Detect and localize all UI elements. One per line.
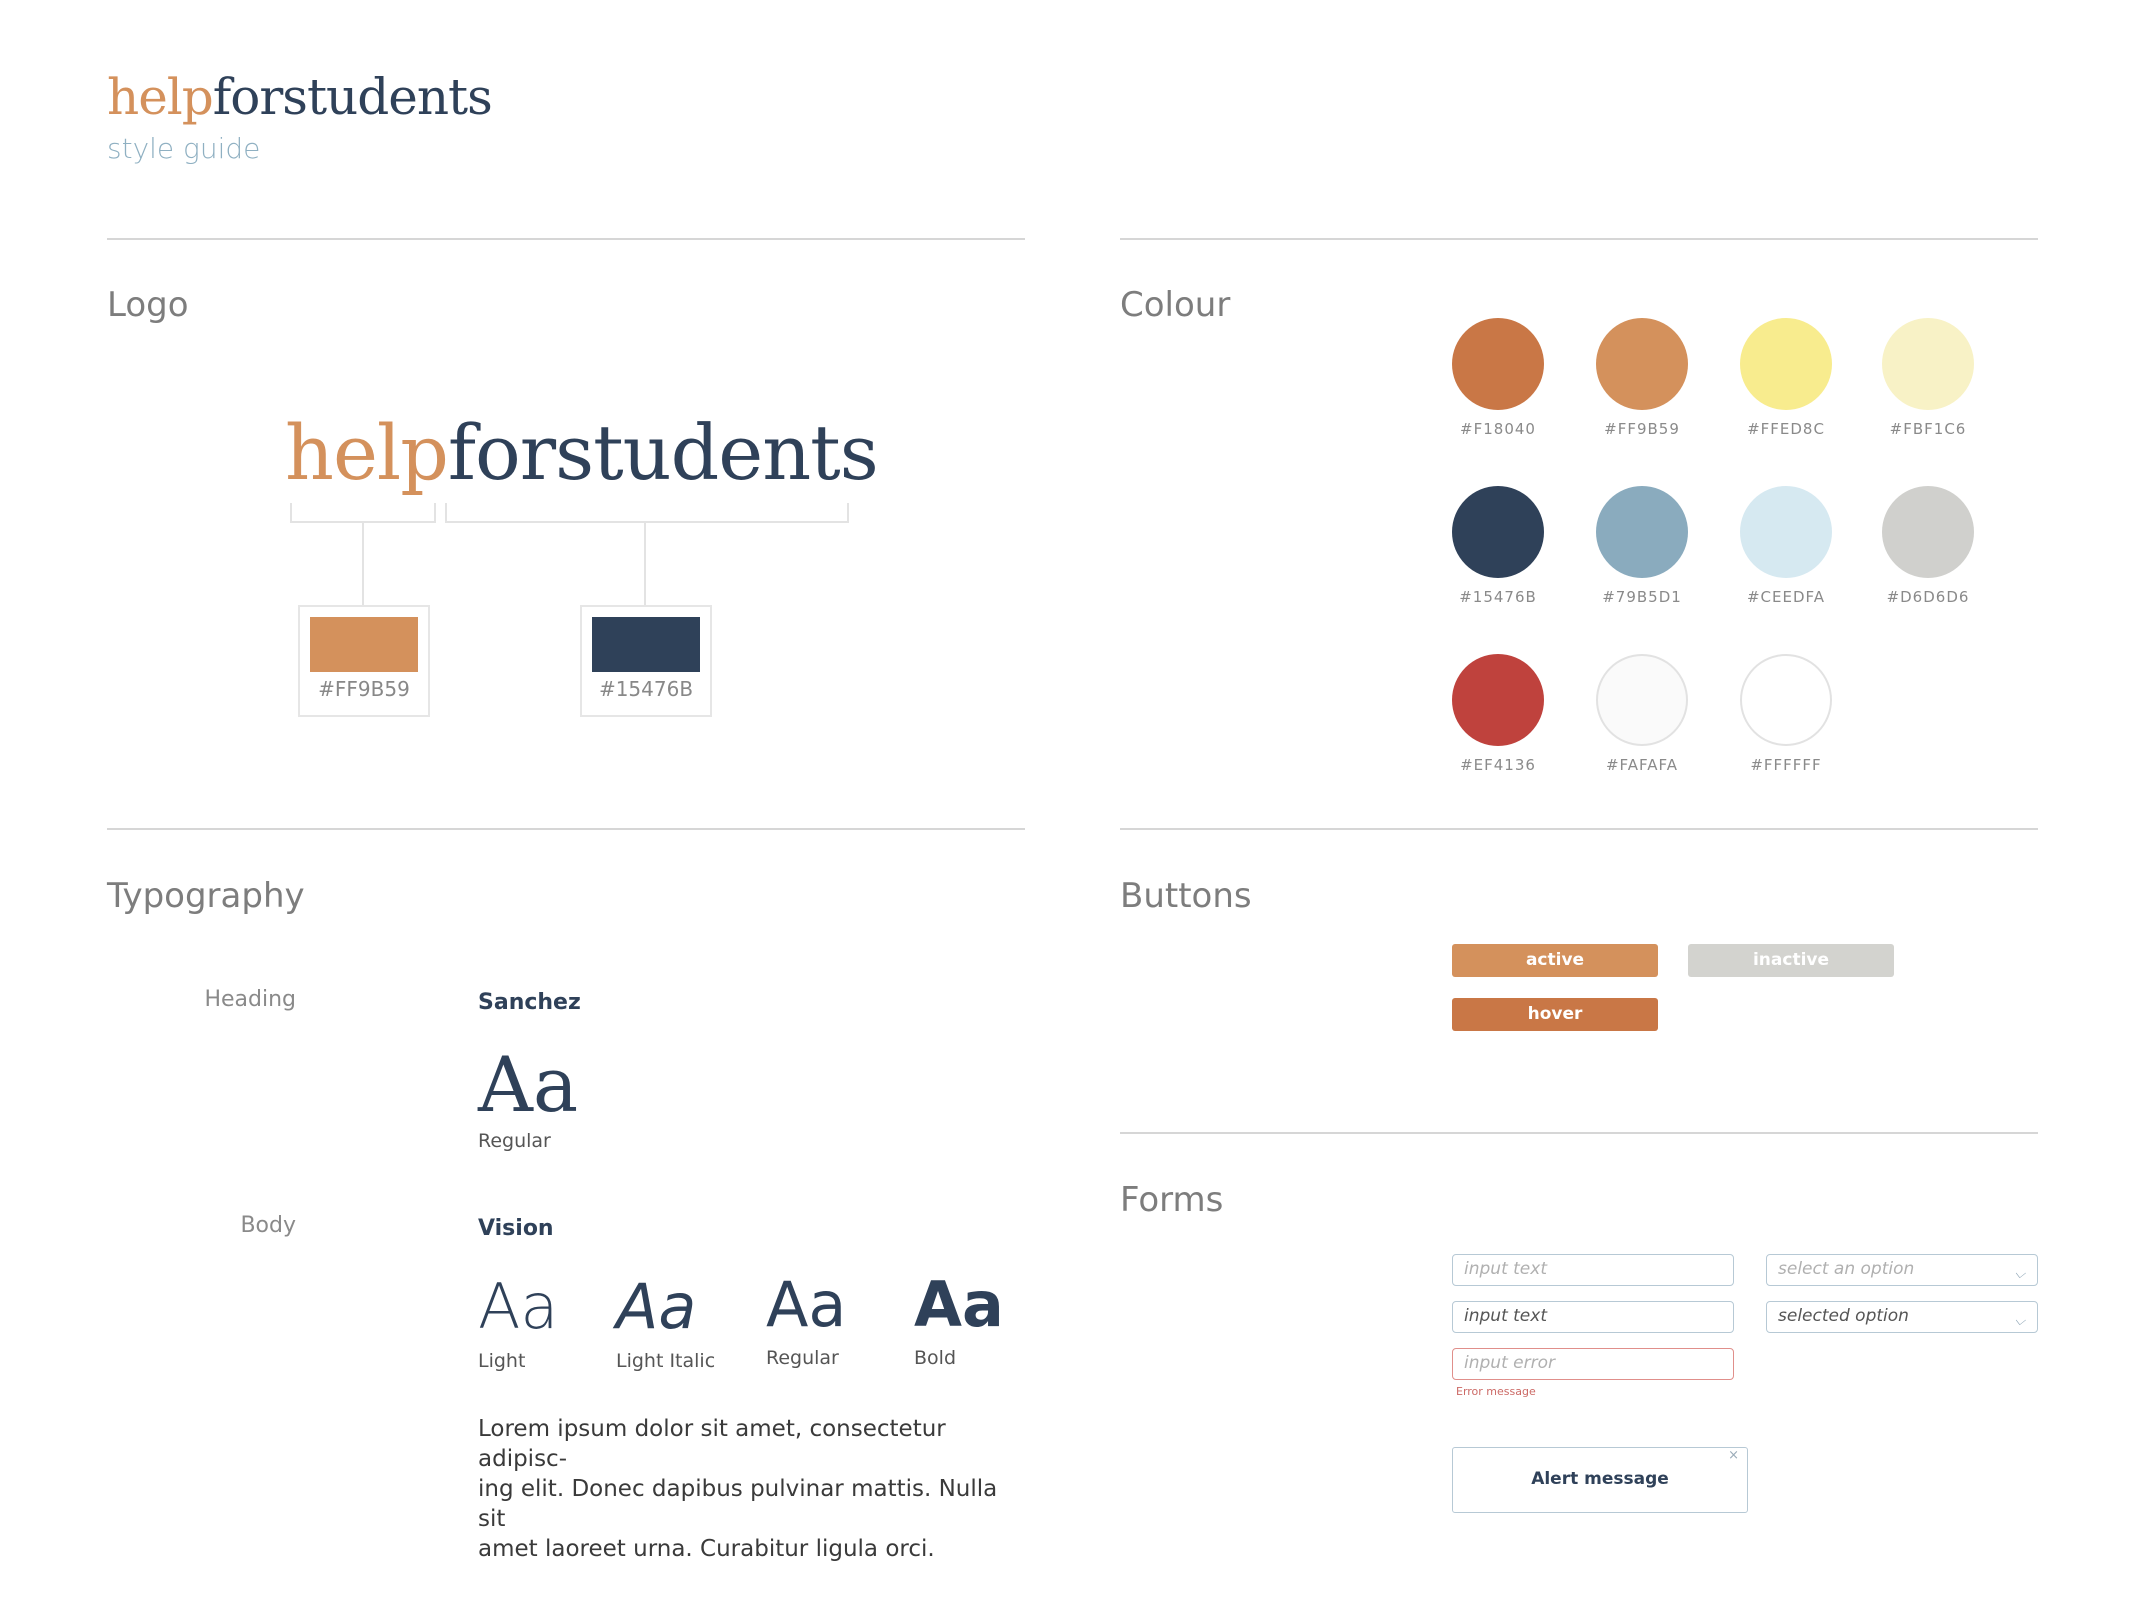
section-title-typography: Typography [107, 876, 305, 916]
logo-bracket-help [290, 503, 436, 523]
typo-heading-label: Heading [204, 987, 296, 1012]
alert-message: Alert message [1531, 1469, 1669, 1489]
logo-wordmark-forstudents: forstudents [447, 408, 879, 497]
page-subtitle: style guide [107, 132, 261, 165]
section-title-buttons: Buttons [1120, 876, 1252, 916]
lorem-paragraph: Lorem ipsum dolor sit amet, consectetur … [478, 1414, 998, 1564]
colour-swatch [1596, 486, 1688, 578]
colour-hex-label: #FAFAFA [1605, 756, 1679, 774]
section-title-colour: Colour [1120, 285, 1231, 325]
error-message: Error message [1456, 1385, 1536, 1398]
brand-title: helpforstudents [107, 68, 493, 126]
colour-hex-label: #FF9B59 [1604, 420, 1680, 438]
swatch-hex: #15476B [598, 677, 694, 701]
colour-hex-label: #EF4136 [1460, 756, 1536, 774]
colour-hex-label: #15476B [1459, 588, 1537, 606]
divider-forms [1120, 1132, 2038, 1134]
swatch-color [310, 617, 418, 672]
colour-swatch [1882, 318, 1974, 410]
active-button[interactable]: active [1452, 944, 1658, 977]
logo-swatch-navy: #15476B [580, 605, 712, 717]
divider-typography [107, 828, 1025, 830]
logo-wordmark-help: help [285, 408, 449, 497]
chevron-down-icon: ⌵ [2014, 1313, 2025, 1329]
colour-hex-label: #F18040 [1460, 420, 1536, 438]
colour-swatch [1740, 486, 1832, 578]
divider-colour [1120, 238, 2038, 240]
heading-sample-caption: Regular [478, 1130, 551, 1152]
chevron-down-icon: ⌵ [2014, 1266, 2025, 1282]
colour-hex-label: #FBF1C6 [1889, 420, 1967, 438]
select-filled-value: selected option [1778, 1306, 1909, 1326]
logo-swatch-orange: #FF9B59 [298, 605, 430, 717]
colour-swatch [1452, 318, 1544, 410]
text-input-filled[interactable]: input text [1452, 1301, 1734, 1333]
heading-sample-regular: Aa [478, 1040, 579, 1129]
colour-swatch [1452, 654, 1544, 746]
colour-swatch [1596, 654, 1688, 746]
select-empty[interactable]: select an option ⌵ [1766, 1254, 2038, 1286]
body-sample-bold-caption: Bold [914, 1347, 956, 1369]
colour-swatch [1882, 486, 1974, 578]
divider-logo [107, 238, 1025, 240]
section-title-forms: Forms [1120, 1180, 1224, 1220]
colour-hex-label: #CEEDFA [1746, 588, 1826, 606]
hover-button[interactable]: hover [1452, 998, 1658, 1031]
body-sample-regular: Aa [766, 1268, 847, 1341]
colour-hex-label: #D6D6D6 [1886, 588, 1970, 606]
inactive-button[interactable]: inactive [1688, 944, 1894, 977]
body-sample-light-caption: Light [478, 1350, 526, 1372]
logo-connector-forstudents [644, 523, 646, 605]
body-sample-light-italic-caption: Light Italic [616, 1350, 716, 1372]
text-input-empty[interactable]: input text [1452, 1254, 1734, 1286]
lorem-line: amet laoreet urna. Curabitur ligula orci… [478, 1536, 935, 1562]
colour-hex-label: #79B5D1 [1602, 588, 1682, 606]
close-icon[interactable]: × [1728, 1448, 1739, 1464]
lorem-line: ing elit. Donec dapibus pulvinar mattis.… [478, 1476, 998, 1532]
colour-swatch [1740, 318, 1832, 410]
colour-hex-label: #FFED8C [1747, 420, 1825, 438]
logo-bracket-forstudents [445, 503, 849, 523]
body-sample-regular-caption: Regular [766, 1347, 839, 1369]
colour-swatch [1452, 486, 1544, 578]
colour-swatch [1740, 654, 1832, 746]
text-input-error[interactable]: input error [1452, 1348, 1734, 1380]
body-sample-light: Aa [478, 1270, 559, 1343]
section-title-logo: Logo [107, 285, 189, 325]
divider-buttons [1120, 828, 2038, 830]
body-font-name: Vision [478, 1216, 554, 1241]
alert-box: Alert message × [1452, 1447, 1748, 1513]
brand-title-forstudents: forstudents [212, 68, 493, 126]
select-empty-placeholder: select an option [1778, 1259, 1915, 1279]
body-sample-light-italic: Aa [616, 1270, 697, 1343]
swatch-hex: #FF9B59 [318, 677, 410, 701]
colour-swatch [1596, 318, 1688, 410]
logo-connector-help [362, 523, 364, 605]
typo-body-label: Body [240, 1213, 296, 1238]
lorem-line: Lorem ipsum dolor sit amet, consectetur … [478, 1416, 946, 1472]
logo-wordmark: helpforstudents [285, 408, 879, 497]
select-filled[interactable]: selected option ⌵ [1766, 1301, 2038, 1333]
swatch-color [592, 617, 700, 672]
brand-title-help: help [107, 68, 214, 126]
heading-font-name: Sanchez [478, 990, 581, 1015]
colour-hex-label: #FFFFFF [1750, 756, 1822, 774]
body-sample-bold: Aa [914, 1268, 1004, 1341]
